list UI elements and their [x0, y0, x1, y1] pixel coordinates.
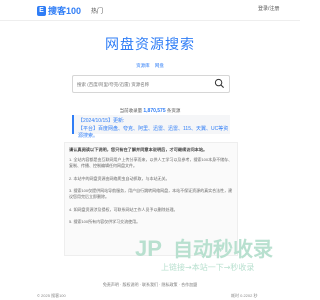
logo-mark-icon: E: [37, 5, 46, 16]
disclaimer-item: 1. 全站内容都是由互联网用户上传分享而来，以供人工学习以及参考，搜索100本身…: [69, 157, 233, 168]
disclaimer-item: 4. 如网盘资源涉及侵权，可联系网站工作人员予以删除处理。: [69, 207, 178, 212]
search-box: [72, 75, 230, 93]
stats-count: 1,870,575: [143, 108, 166, 114]
footer-links[interactable]: 免责声明 · 版权说明 · 联系我们 · 隐私政策 · 合作加盟: [0, 282, 300, 288]
footer-timing: 耗时 0.2202 秒: [231, 293, 258, 298]
watermark-logo: JP 自动秒收录 上链接→本站一下→秒收录: [135, 236, 273, 272]
disclaimer-heading: 请认真阅读以下说明，您只有在了解并同意本说明后，才可继续访问本站。: [69, 147, 208, 152]
search-input[interactable]: [77, 76, 207, 92]
top-navbar: E 搜客100 热门 登录/注册: [0, 0, 300, 21]
watermark-subtext: 上链接→本站一下→秒收录: [161, 262, 254, 272]
logo-text: 搜客100: [48, 6, 82, 16]
disclaimer-item: 2. 本站中的网盘资源由网络爬虫自动抓取，与本站无关。: [69, 176, 170, 181]
index-stats: 当前收录量 1,870,575 条资源: [0, 108, 300, 114]
svg-text:JP: JP: [135, 236, 162, 261]
notice-date: 【2024/10/15】更新:: [78, 118, 125, 124]
notice-platforms: 【平台】百度网盘、夸克、阿里、迅雷、迅雷、115、天翼、UC等资源搜索。: [78, 126, 229, 139]
tagline-item[interactable]: 资源库: [136, 63, 150, 68]
footer-copyright: © 2025 搜客100: [37, 293, 66, 298]
login-register-link[interactable]: 登录/注册: [258, 5, 279, 12]
disclaimer-item: 5. 搜索100所有内容仅供学习交流使用。: [69, 219, 141, 224]
stats-suffix: 条资源: [166, 108, 181, 113]
stats-prefix: 当前收录量: [119, 108, 143, 113]
disclaimer-item: 3. 搜索100仅提供网站导航服务，用户自行跳转网络网盘，本站不保证资源的真实合…: [69, 188, 233, 199]
update-notice: 【2024/10/15】更新: 【平台】百度网盘、夸克、阿里、迅雷、迅雷、115…: [72, 115, 230, 139]
tagline: 资源库 网盘: [0, 63, 300, 69]
search-icon[interactable]: [214, 78, 225, 89]
page-title: 网盘资源搜索: [105, 36, 195, 52]
watermark-text: 自动秒收录: [173, 237, 273, 261]
tagline-item[interactable]: 网盘: [155, 63, 164, 68]
nav-hot-link[interactable]: 热门: [91, 6, 103, 15]
site-logo[interactable]: E 搜客100: [37, 4, 81, 17]
